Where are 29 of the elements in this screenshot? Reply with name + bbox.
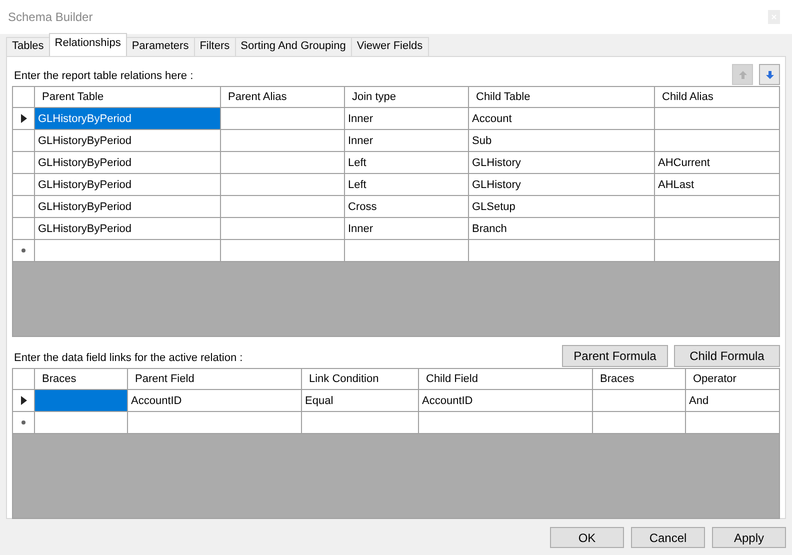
table-cell[interactable] [221,240,345,262]
dialog-button[interactable]: OK [550,527,624,548]
formula-button[interactable]: Parent Formula [562,345,668,367]
table-cell[interactable] [593,412,686,434]
new-row-icon [21,420,26,425]
section-label: Enter the data field links for the active relation : [13,352,243,366]
table-cell[interactable] [302,412,419,434]
tab[interactable]: Tables [6,37,50,56]
new-row-icon [21,248,26,253]
table-cell[interactable] [35,390,128,412]
table-cell[interactable] [345,240,469,262]
dialog-button[interactable]: Cancel [631,527,705,548]
current-row-icon [20,396,26,405]
move-down-button[interactable] [759,64,780,85]
down-arrow-icon [764,70,774,80]
table-cell[interactable] [35,240,221,262]
window-title: Schema Builder [8,10,93,24]
up-arrow-icon [738,70,748,80]
table-cell[interactable] [419,412,593,434]
table-cell[interactable]: GLHistoryByPeriod [35,108,221,130]
section-label: Enter the report table relations here : [13,70,194,84]
current-row-icon [20,114,26,123]
dialog-button[interactable]: Apply [712,527,786,548]
table-cell[interactable] [128,412,302,434]
formula-button[interactable]: Child Formula [674,345,780,367]
table-cell[interactable] [469,240,655,262]
tab[interactable]: Relationships [48,33,127,56]
table-cell[interactable] [35,412,128,434]
tab[interactable]: Viewer Fields [350,37,429,56]
